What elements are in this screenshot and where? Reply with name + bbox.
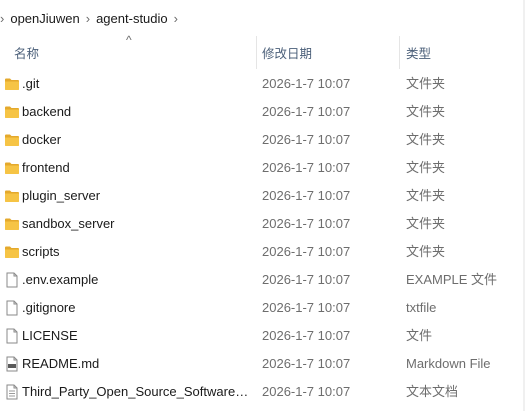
breadcrumb-item-openjiuwen[interactable]: openJiuwen	[10, 11, 79, 26]
folder-icon	[4, 104, 20, 120]
column-header-name[interactable]: 名称	[14, 36, 39, 69]
breadcrumb: › openJiuwen › agent-studio ›	[0, 0, 525, 36]
file-icon	[4, 272, 20, 288]
file-list: .git 2026-1-7 10:07 文件夹 backend 2026-1-7 10:…	[0, 70, 525, 406]
breadcrumb-item-agent-studio[interactable]: agent-studio	[96, 11, 168, 26]
file-name: Third_Party_Open_Source_Software_N...	[22, 384, 254, 399]
folder-icon	[4, 188, 20, 204]
file-row[interactable]: backend 2026-1-7 10:07 文件夹	[0, 98, 525, 126]
markdown-file-icon	[4, 356, 20, 372]
sort-ascending-icon: ^	[126, 33, 132, 47]
file-modified-date: 2026-1-7 10:07	[262, 104, 351, 119]
file-row[interactable]: frontend 2026-1-7 10:07 文件夹	[0, 154, 525, 182]
file-name: plugin_server	[22, 188, 101, 203]
file-name: backend	[22, 104, 72, 119]
file-name: .git	[22, 76, 40, 91]
file-modified-date: 2026-1-7 10:07	[262, 76, 351, 91]
file-type: 文件夹	[406, 244, 446, 259]
text-document-icon	[4, 384, 20, 400]
file-modified-date: 2026-1-7 10:07	[262, 244, 351, 259]
file-icon	[4, 328, 20, 344]
file-modified-date: 2026-1-7 10:07	[262, 356, 351, 371]
file-type: 文件夹	[406, 160, 446, 175]
file-type: txtfile	[406, 300, 437, 315]
file-type: 文件夹	[406, 216, 446, 231]
file-row[interactable]: sandbox_server 2026-1-7 10:07 文件夹	[0, 210, 525, 238]
file-name: frontend	[22, 160, 70, 175]
file-name: .env.example	[22, 272, 99, 287]
folder-icon	[4, 160, 20, 176]
column-header-bar: 名称 修改日期 类型	[0, 36, 525, 69]
column-header-type[interactable]: 类型	[406, 36, 431, 69]
file-name: scripts	[22, 244, 60, 259]
column-divider[interactable]	[399, 36, 400, 69]
file-row[interactable]: Third_Party_Open_Source_Software_N... 202…	[0, 378, 525, 406]
file-type: EXAMPLE 文件	[406, 272, 498, 287]
file-name: LICENSE	[22, 328, 78, 343]
file-modified-date: 2026-1-7 10:07	[262, 160, 351, 175]
column-divider[interactable]	[256, 36, 257, 69]
file-modified-date: 2026-1-7 10:07	[262, 272, 351, 287]
breadcrumb-chevron-icon[interactable]: ›	[0, 11, 10, 26]
file-type: 文件夹	[406, 188, 446, 203]
breadcrumb-chevron-icon[interactable]: ›	[168, 11, 184, 26]
file-row[interactable]: .env.example 2026-1-7 10:07 EXAMPLE 文件	[0, 266, 525, 294]
folder-icon	[4, 132, 20, 148]
file-modified-date: 2026-1-7 10:07	[262, 328, 351, 343]
file-modified-date: 2026-1-7 10:07	[262, 216, 351, 231]
file-row[interactable]: docker 2026-1-7 10:07 文件夹	[0, 126, 525, 154]
file-modified-date: 2026-1-7 10:07	[262, 188, 351, 203]
file-modified-date: 2026-1-7 10:07	[262, 132, 351, 147]
folder-icon	[4, 244, 20, 260]
file-type: 文件	[406, 328, 433, 343]
file-row[interactable]: README.md 2026-1-7 10:07 Markdown File	[0, 350, 525, 378]
folder-icon	[4, 76, 20, 92]
file-name: README.md	[22, 356, 100, 371]
file-row[interactable]: scripts 2026-1-7 10:07 文件夹	[0, 238, 525, 266]
file-name: .gitignore	[22, 300, 76, 315]
file-row[interactable]: LICENSE 2026-1-7 10:07 文件	[0, 322, 525, 350]
column-header-modified[interactable]: 修改日期	[262, 36, 312, 69]
file-icon	[4, 300, 20, 316]
file-row[interactable]: plugin_server 2026-1-7 10:07 文件夹	[0, 182, 525, 210]
file-type: 文本文档	[406, 384, 459, 399]
file-row[interactable]: .git 2026-1-7 10:07 文件夹	[0, 70, 525, 98]
file-type: Markdown File	[406, 356, 491, 371]
folder-icon	[4, 216, 20, 232]
file-modified-date: 2026-1-7 10:07	[262, 384, 351, 399]
file-type: 文件夹	[406, 132, 446, 147]
file-name: docker	[22, 132, 62, 147]
file-row[interactable]: .gitignore 2026-1-7 10:07 txtfile	[0, 294, 525, 322]
file-type: 文件夹	[406, 76, 446, 91]
file-name: sandbox_server	[22, 216, 115, 231]
file-modified-date: 2026-1-7 10:07	[262, 300, 351, 315]
breadcrumb-chevron-icon[interactable]: ›	[80, 11, 96, 26]
file-type: 文件夹	[406, 104, 446, 119]
